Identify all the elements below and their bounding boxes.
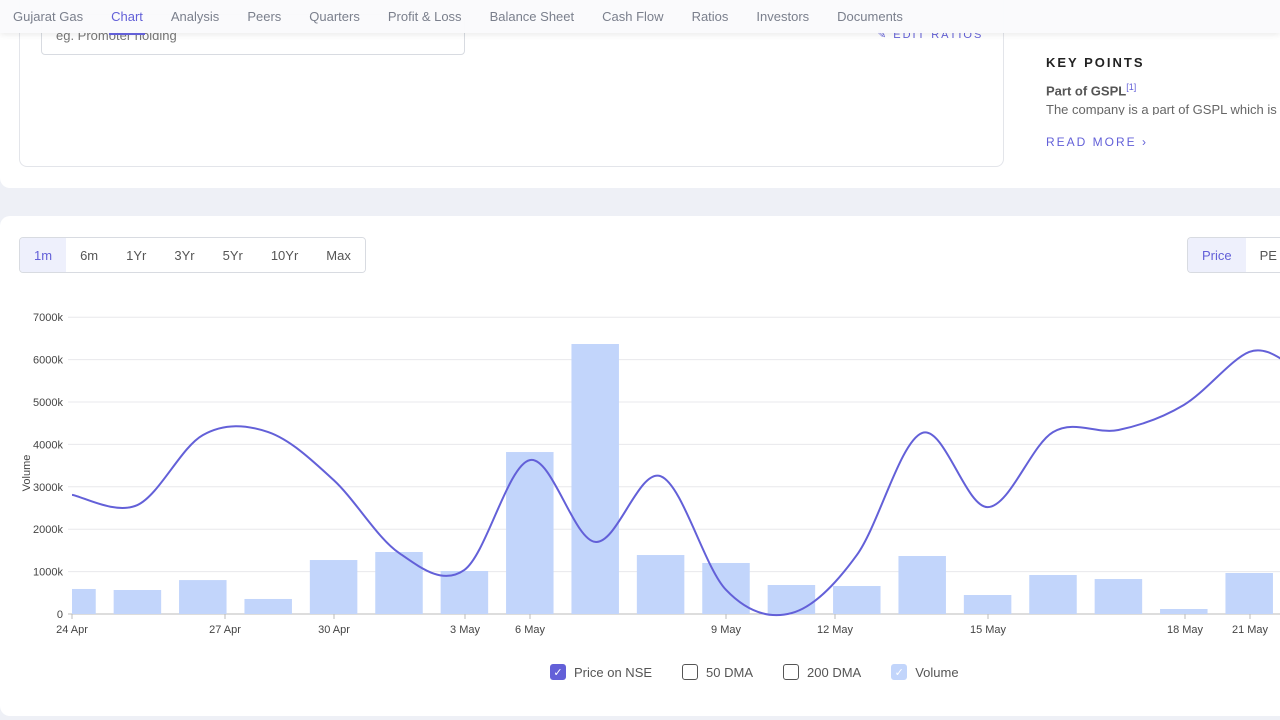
y-tick-label: 3000k	[33, 482, 63, 494]
volume-bar[interactable]	[767, 584, 816, 614]
volume-bar[interactable]	[113, 590, 162, 614]
volume-bar[interactable]	[1160, 608, 1208, 614]
read-more-button[interactable]: READ MORE ›	[1046, 135, 1148, 149]
checkbox-icon[interactable]: ✓	[891, 664, 908, 680]
y-tick-label: 0	[57, 609, 63, 621]
x-tick-label: 15 May	[970, 624, 1007, 636]
x-tick-label: 30 Apr	[318, 624, 350, 636]
nav-chart[interactable]: Chart	[109, 0, 145, 35]
x-tick-label: 6 May	[515, 624, 545, 636]
nav-quarters[interactable]: Quarters	[309, 0, 360, 33]
nav-documents[interactable]: Documents	[837, 0, 903, 33]
checkbox-icon[interactable]	[682, 664, 699, 680]
nav-peers[interactable]: Peers	[247, 0, 281, 33]
legend-200-dma[interactable]: 200 DMA	[783, 664, 861, 680]
volume-bar[interactable]	[963, 595, 1012, 614]
volume-bar[interactable]	[1029, 574, 1077, 614]
price-volume-chart: 0 1000k 2000k 3000k 4000k 5000k 6000k 7000k 24 A…	[21, 312, 1280, 636]
nav-profit-loss[interactable]: Profit & Loss	[388, 0, 462, 33]
key-points-title: KEY POINTS	[1046, 55, 1145, 70]
y-tick-label: 7000k	[33, 312, 63, 324]
x-tick-label: 3 May	[450, 624, 480, 636]
y-axis-label: Volume	[21, 455, 33, 492]
y-tick-label: 5000k	[33, 397, 63, 409]
x-tick-label: 18 May	[1167, 624, 1204, 636]
chart-type-price[interactable]: Price	[1188, 238, 1246, 272]
volume-bar[interactable]	[48, 588, 96, 614]
period-10yr[interactable]: 10Yr	[256, 238, 313, 272]
volume-bar[interactable]	[244, 598, 292, 614]
x-tick-label: 24 Apr	[56, 624, 88, 636]
y-tick-label: 4000k	[33, 439, 63, 451]
volume-bar[interactable]	[636, 555, 685, 614]
y-tick-label: 2000k	[33, 524, 63, 536]
nav-balance-sheet[interactable]: Balance Sheet	[490, 0, 575, 33]
nav-cash-flow[interactable]: Cash Flow	[602, 0, 663, 33]
chevron-right-icon: ›	[1142, 135, 1149, 149]
nav-analysis[interactable]: Analysis	[171, 0, 219, 33]
volume-bar[interactable]	[1094, 579, 1143, 614]
nav-ratios[interactable]: Ratios	[692, 0, 729, 33]
period-selector: 1m 6m 1Yr 3Yr 5Yr 10Yr Max	[19, 237, 366, 273]
reference-link[interactable]: [1]	[1126, 82, 1136, 92]
key-point-text: The company is a part of GSPL which is	[1046, 102, 1277, 115]
key-point-heading: Part of GSPL[1]	[1046, 82, 1136, 98]
x-tick-label: 12 May	[817, 624, 854, 636]
volume-bar[interactable]	[440, 571, 489, 614]
y-tick-label: 6000k	[33, 355, 63, 367]
key-point-subtitle: Part of GSPL	[1046, 83, 1127, 99]
volume-bar[interactable]	[833, 586, 881, 614]
legend-label: Price on NSE	[574, 664, 653, 680]
legend-volume[interactable]: ✓ Volume	[891, 664, 959, 680]
chart-type-selector: Price PE	[1187, 237, 1280, 273]
period-5yr[interactable]: 5Yr	[208, 238, 257, 272]
legend-50-dma[interactable]: 50 DMA	[682, 664, 753, 680]
legend-label: Volume	[915, 664, 959, 680]
x-tick-label: 27 Apr	[209, 624, 241, 636]
y-tick-label: 1000k	[33, 567, 63, 579]
x-tick-label: 9 May	[711, 624, 741, 636]
volume-bar[interactable]	[179, 580, 227, 614]
chart-type-pe[interactable]: PE	[1245, 238, 1280, 272]
section-nav: Gujarat Gas Chart Analysis Peers Quarters Pro…	[0, 0, 1280, 35]
legend-label: 50 DMA	[706, 664, 754, 680]
volume-bar[interactable]	[375, 552, 423, 614]
legend-label: 200 DMA	[807, 664, 862, 680]
period-max[interactable]: Max	[312, 238, 365, 272]
legend-price-on-nse[interactable]: ✓ Price on NSE	[550, 664, 652, 680]
nav-investors[interactable]: Investors	[756, 0, 809, 33]
checkbox-icon[interactable]: ✓	[550, 664, 566, 680]
period-3yr[interactable]: 3Yr	[160, 238, 209, 272]
checkbox-icon[interactable]	[783, 664, 800, 680]
chart-legend: ✓ Price on NSE 50 DMA 200 DMA ✓ Volume	[550, 664, 989, 680]
volume-bar[interactable]	[1225, 572, 1273, 614]
period-6m[interactable]: 6m	[66, 238, 113, 272]
volume-bar[interactable]	[309, 560, 358, 614]
read-more-label: READ MORE	[1046, 135, 1137, 149]
period-1m[interactable]: 1m	[20, 238, 67, 272]
nav-gujarat-gas[interactable]: Gujarat Gas	[13, 0, 83, 33]
x-tick-label: 21 May	[1232, 624, 1269, 636]
volume-bar[interactable]	[571, 343, 619, 614]
volume-bar[interactable]	[898, 555, 946, 614]
period-1yr[interactable]: 1Yr	[112, 238, 161, 272]
